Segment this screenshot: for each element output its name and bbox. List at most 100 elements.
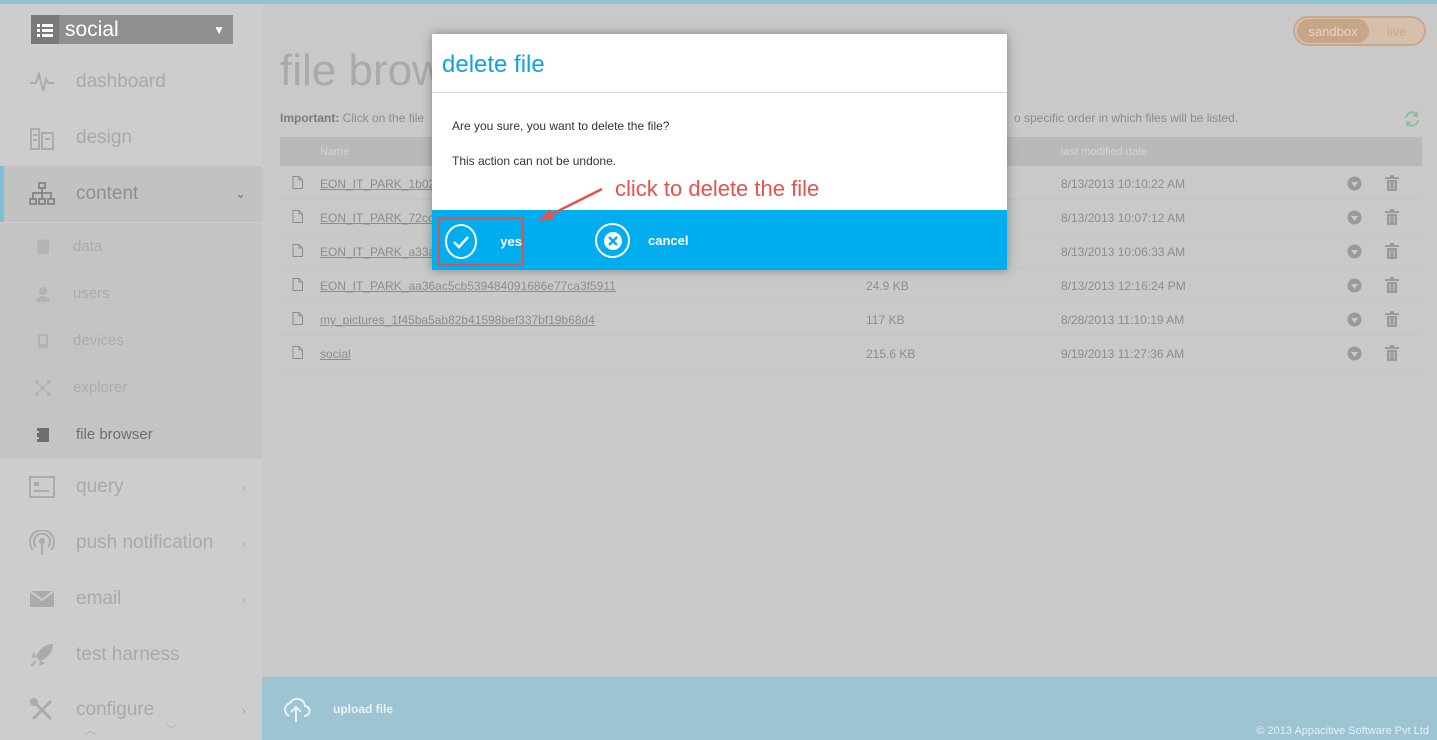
header-date[interactable]: last modified date xyxy=(1061,146,1147,158)
scroll-up-icon[interactable]: ︿ xyxy=(84,721,96,738)
sidebar-item-label: test harness xyxy=(76,644,180,665)
file-name-link[interactable]: social xyxy=(320,347,351,361)
dialog-divider xyxy=(432,92,1007,93)
cloud-upload-icon[interactable] xyxy=(280,694,312,724)
dialog-footer: yes cancel xyxy=(432,210,1007,270)
file-name-link[interactable]: EON_IT_PARK_1b02 xyxy=(320,177,435,191)
sitemap-icon xyxy=(28,180,56,208)
file-name-link[interactable]: my_pictures_1f45ba5ab82b41598bef337bf19b… xyxy=(320,313,595,327)
trash-icon[interactable] xyxy=(1385,209,1399,225)
sidebar-scroll-controls: ︿ ﹀ xyxy=(0,718,262,740)
chevron-right-icon: › xyxy=(241,479,246,495)
sidebar-subitem-file-browser[interactable]: file browser xyxy=(0,411,262,458)
file-date: 8/13/2013 10:07:12 AM xyxy=(1061,211,1186,225)
file-date: 8/13/2013 12:16:24 PM xyxy=(1061,279,1186,293)
sidebar-item-query[interactable]: query › xyxy=(0,459,262,515)
content-subnav: data users devices explorer file browser xyxy=(0,223,262,459)
sandbox-option[interactable]: sandbox xyxy=(1297,19,1369,43)
trash-icon[interactable] xyxy=(1385,311,1399,327)
file-icon xyxy=(292,278,303,291)
header-name[interactable]: Name xyxy=(320,146,349,158)
file-date: 8/28/2013 11:10:19 AM xyxy=(1061,313,1185,327)
chevron-down-icon: ⌄ xyxy=(235,186,246,201)
sidebar-item-label: design xyxy=(76,127,132,148)
sidebar-subitem-data[interactable]: data xyxy=(0,223,262,270)
sidebar-item-label: email xyxy=(76,588,122,609)
app-name: social xyxy=(65,17,119,41)
sidebar-subitem-label: users xyxy=(73,285,110,302)
file-size: 215.6 KB xyxy=(866,347,916,361)
important-note-tail: o specific order in which files will be … xyxy=(1014,111,1239,125)
file-browser-icon xyxy=(34,426,52,444)
chevron-right-icon: › xyxy=(241,535,246,551)
trash-icon[interactable] xyxy=(1385,175,1399,191)
sidebar-item-test-harness[interactable]: test harness xyxy=(0,627,262,683)
yes-button[interactable]: yes xyxy=(438,217,524,266)
trash-icon[interactable] xyxy=(1385,345,1399,361)
app-selector[interactable]: social ▼ xyxy=(31,15,233,44)
download-icon[interactable] xyxy=(1347,346,1362,361)
trash-icon[interactable] xyxy=(1385,277,1399,293)
sidebar-item-label: dashboard xyxy=(76,71,166,92)
sidebar-item-email[interactable]: email › xyxy=(0,571,262,627)
download-icon[interactable] xyxy=(1347,278,1362,293)
sidebar-subitem-label: data xyxy=(73,238,103,255)
file-size: 117 KB xyxy=(866,313,905,327)
envelope-icon xyxy=(28,585,56,613)
file-name-link[interactable]: EON_IT_PARK_a33a xyxy=(320,245,435,259)
file-name-link[interactable]: EON_IT_PARK_72cc xyxy=(320,211,434,225)
file-name-link[interactable]: EON_IT_PARK_aa36ac5cb539484091686e77ca3f… xyxy=(320,279,616,293)
file-date: 8/13/2013 10:10:22 AM xyxy=(1061,177,1186,191)
chevron-right-icon: › xyxy=(241,702,246,718)
design-icon xyxy=(28,124,56,152)
file-icon xyxy=(292,244,303,257)
file-icon xyxy=(292,346,303,359)
upload-file-button[interactable]: upload file xyxy=(333,702,393,716)
trash-icon[interactable] xyxy=(1385,243,1399,259)
file-date: 8/13/2013 10:06:33 AM xyxy=(1061,245,1186,259)
broadcast-icon xyxy=(28,529,56,557)
sidebar-item-dashboard[interactable]: dashboard xyxy=(0,54,262,110)
download-icon[interactable] xyxy=(1347,210,1362,225)
rocket-icon xyxy=(28,641,56,669)
important-text: Click on the file xyxy=(342,111,425,125)
important-note: Important: Click on the file xyxy=(280,111,424,125)
dialog-title: delete file xyxy=(442,51,545,78)
file-size: 24.9 KB xyxy=(866,279,909,293)
scroll-down-icon[interactable]: ﹀ xyxy=(165,721,177,738)
sidebar-item-label: query xyxy=(76,476,124,497)
sidebar-item-content[interactable]: content ⌄ xyxy=(0,166,262,222)
file-icon xyxy=(292,312,303,325)
sidebar-subitem-explorer[interactable]: explorer xyxy=(0,364,262,411)
delete-file-dialog: delete file Are you sure, you want to de… xyxy=(432,34,1007,270)
chevron-right-icon: › xyxy=(241,591,246,607)
sidebar-item-push-notification[interactable]: push notification › xyxy=(0,515,262,571)
live-option[interactable]: live xyxy=(1369,24,1424,39)
bottom-bar: upload file © 2013 Appacitive Software P… xyxy=(262,677,1437,740)
sidebar-item-label: content xyxy=(76,183,139,204)
file-icon xyxy=(292,210,303,223)
file-date: 9/19/2013 11:27:36 AM xyxy=(1061,347,1185,361)
sidebar-subitem-users[interactable]: users xyxy=(0,270,262,317)
sidebar-subitem-label: file browser xyxy=(76,426,153,443)
network-icon xyxy=(34,379,52,397)
download-icon[interactable] xyxy=(1347,244,1362,259)
sidebar-subitem-devices[interactable]: devices xyxy=(0,317,262,364)
table-row: EON_IT_PARK_aa36ac5cb539484091686e77ca3f… xyxy=(280,268,1422,302)
pulse-icon xyxy=(28,68,56,96)
sidebar-subitem-label: devices xyxy=(73,332,124,349)
check-circle-icon xyxy=(445,224,478,259)
download-icon[interactable] xyxy=(1347,176,1362,191)
sidebar: social ▼ dashboard design content ⌄ data xyxy=(0,4,262,740)
query-icon xyxy=(28,473,56,501)
database-icon xyxy=(34,238,52,256)
annotation-text: click to delete the file xyxy=(615,176,820,201)
environment-toggle[interactable]: sandbox live xyxy=(1293,16,1426,46)
device-icon xyxy=(34,332,52,350)
list-icon xyxy=(31,15,59,44)
download-icon[interactable] xyxy=(1347,312,1362,327)
copyright: © 2013 Appacitive Software Pvt Ltd xyxy=(1256,725,1429,737)
refresh-icon[interactable] xyxy=(1403,110,1421,128)
sidebar-item-design[interactable]: design xyxy=(0,110,262,166)
sidebar-item-label: push notification xyxy=(76,532,214,553)
